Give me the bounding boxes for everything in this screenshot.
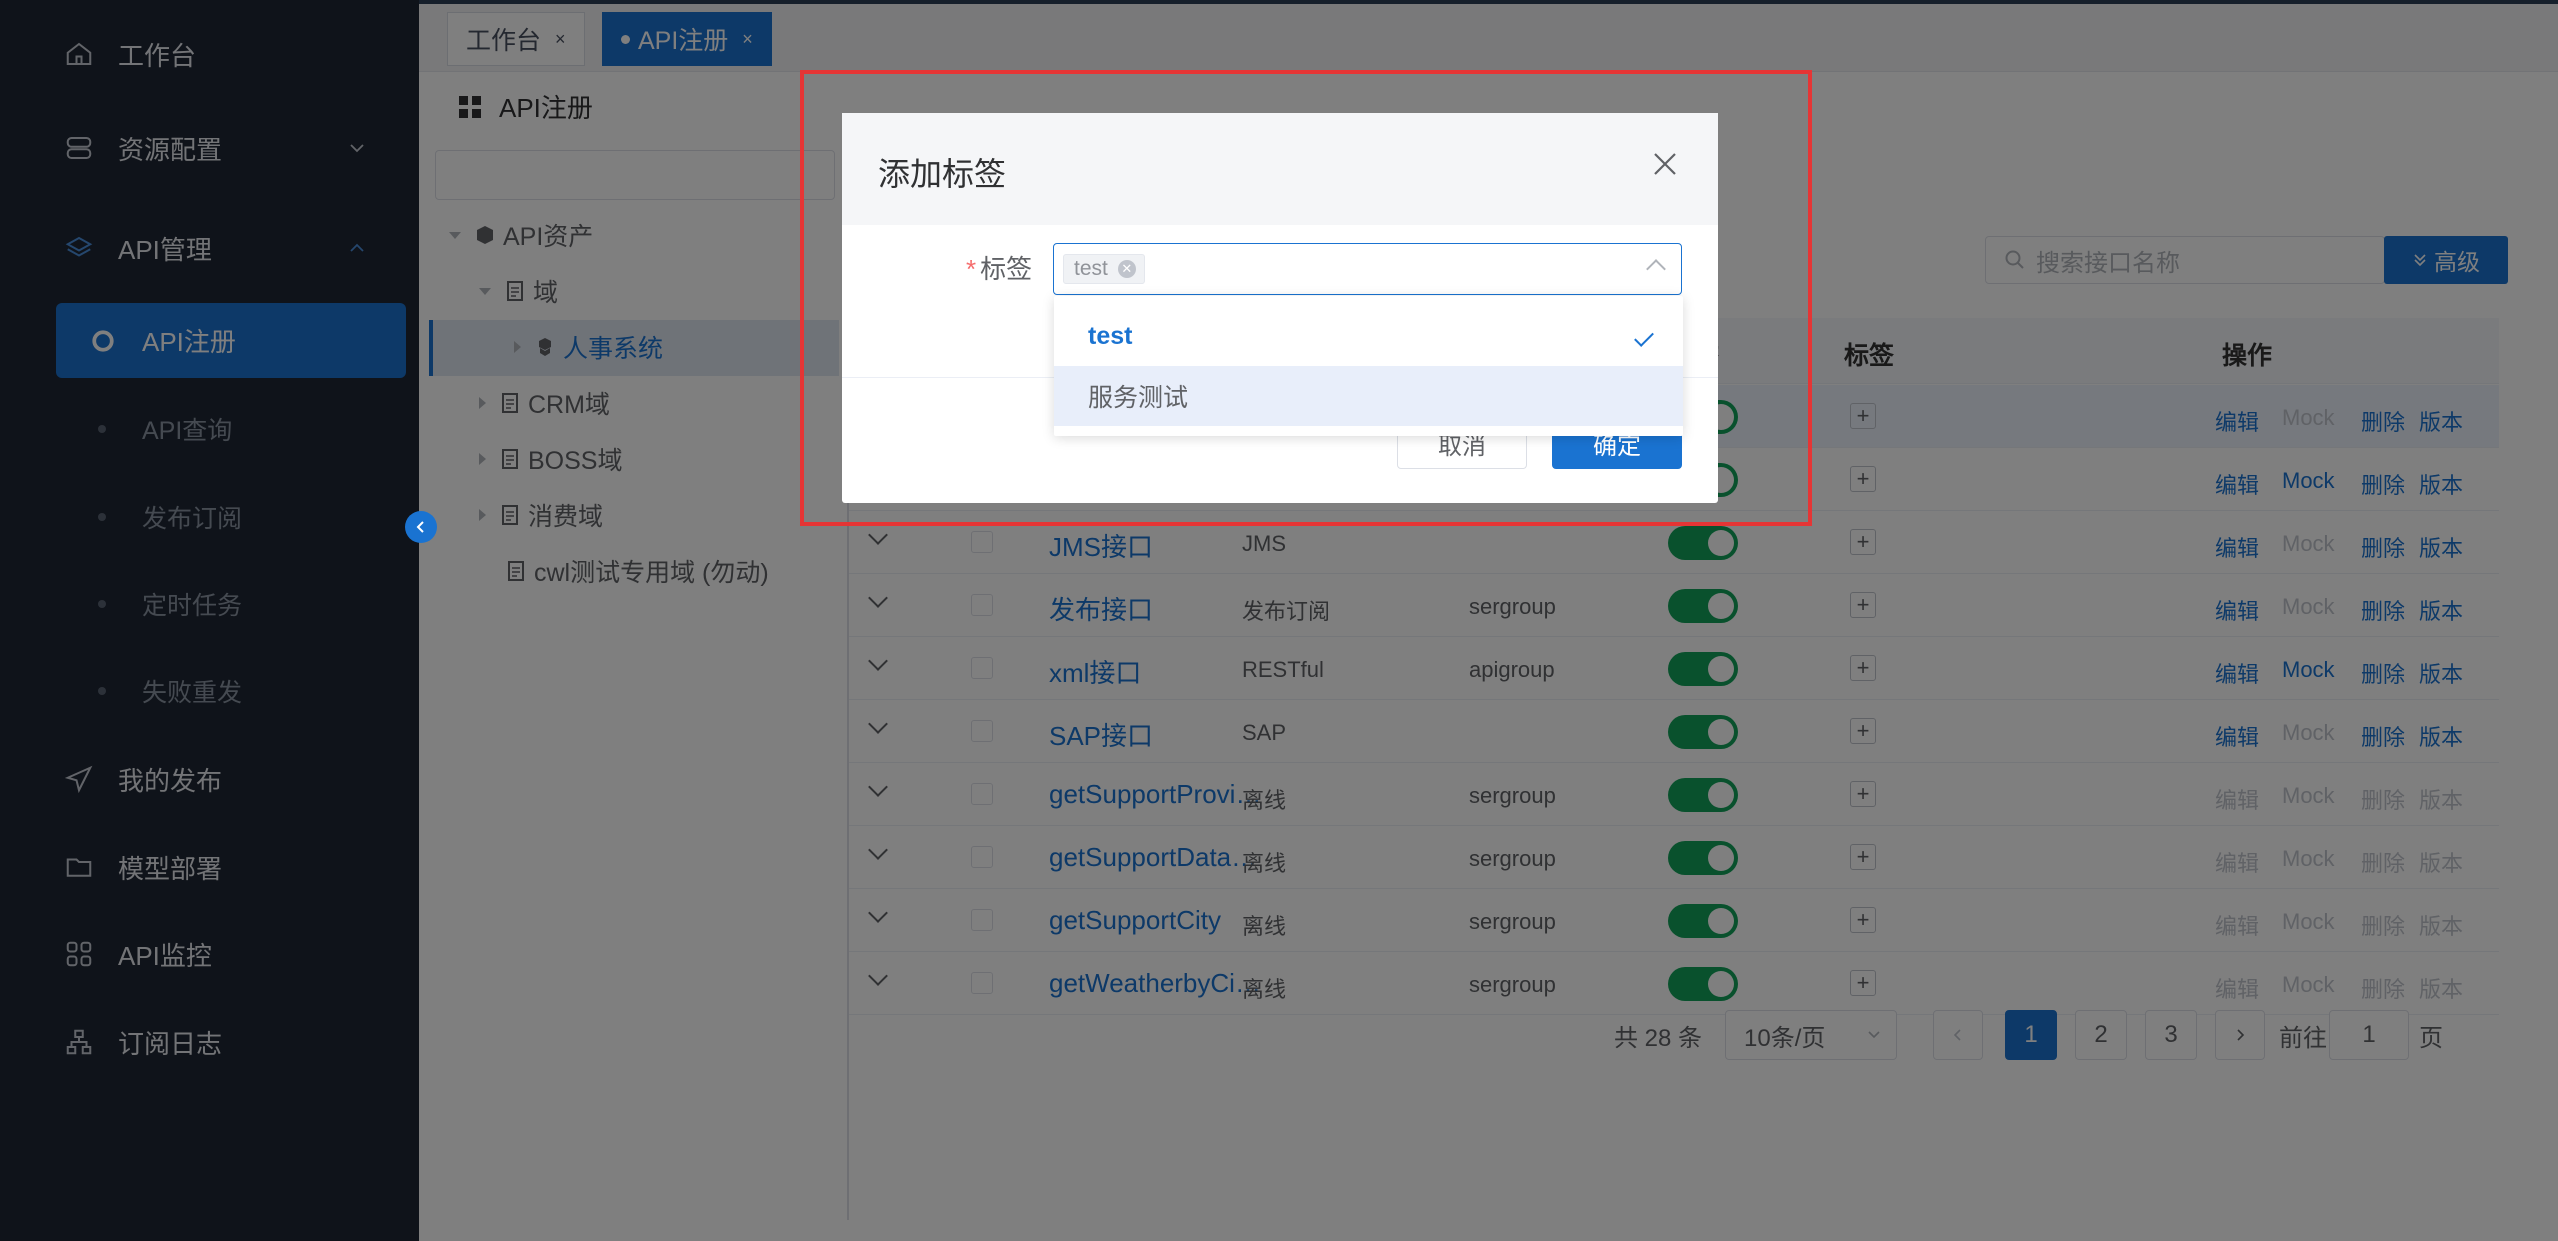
sidebar-collapse-button[interactable] — [405, 511, 437, 543]
highlight-frame — [800, 70, 1812, 526]
chevron-left-icon — [416, 521, 424, 533]
